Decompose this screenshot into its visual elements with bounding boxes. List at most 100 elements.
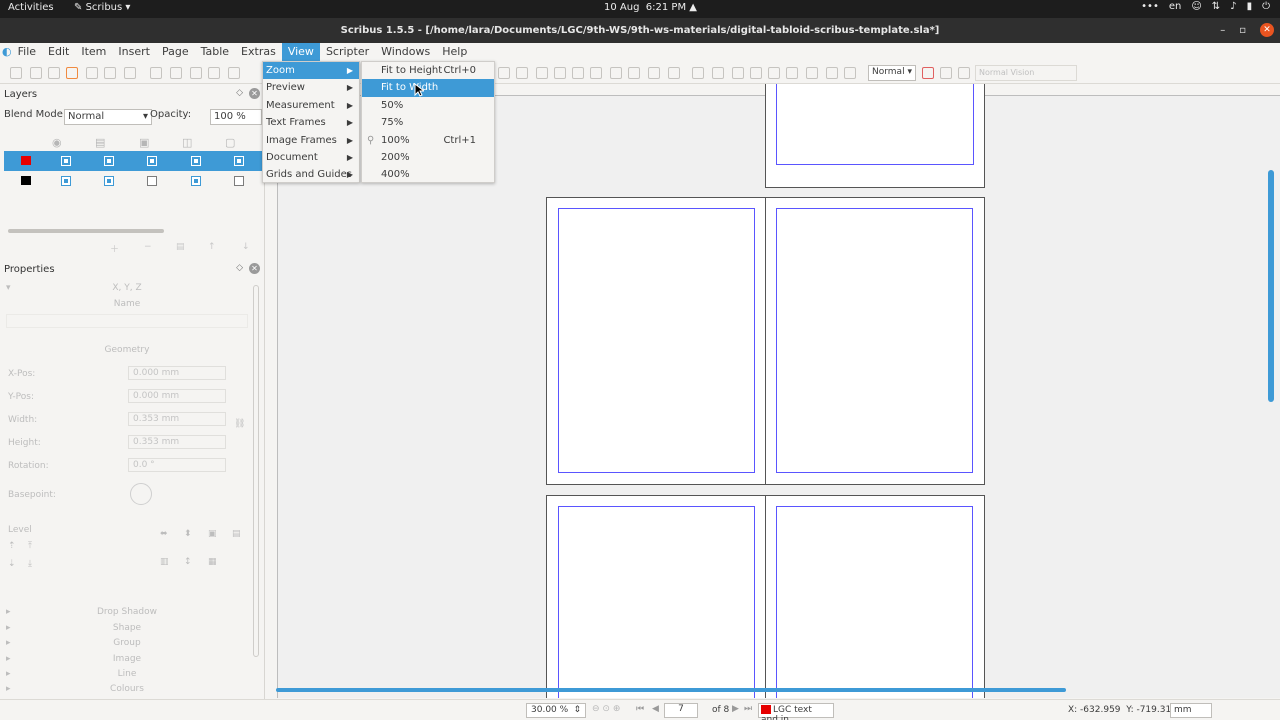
raise-layer-button[interactable]: ↑ [208, 242, 216, 252]
align-icon[interactable]: ▥ [160, 557, 169, 567]
float-panel-icon[interactable]: ◇ [236, 88, 243, 99]
page-6[interactable] [765, 84, 985, 188]
mode-select[interactable]: Normal ▾ [868, 65, 916, 81]
export-pdf-icon[interactable] [124, 67, 136, 79]
horizontal-scrollbar[interactable] [276, 688, 1066, 692]
power-icon[interactable]: ⏻ [1262, 1, 1270, 12]
vision-select[interactable]: Normal Vision [975, 65, 1077, 81]
menu-file[interactable]: File [12, 43, 42, 61]
name-input[interactable] [6, 314, 248, 328]
new-document-icon[interactable] [10, 67, 22, 79]
preflight-icon[interactable] [104, 67, 116, 79]
close-document-icon[interactable] [66, 67, 78, 79]
dots-menu-icon[interactable]: ••• [1141, 1, 1159, 12]
menu-scripter[interactable]: Scripter [320, 43, 375, 61]
page-number-input[interactable]: 7 [664, 703, 698, 718]
section-shape[interactable]: Shape [4, 623, 250, 633]
paste-icon[interactable] [228, 67, 240, 79]
print-icon[interactable] [86, 67, 98, 79]
copy-icon[interactable] [208, 67, 220, 79]
accessibility-icon[interactable]: ☺ [1191, 1, 1201, 12]
page-right[interactable] [765, 197, 985, 485]
unit-select[interactable]: mm [1170, 703, 1212, 718]
menu-help[interactable]: Help [436, 43, 473, 61]
current-layer-select[interactable]: LGC text and in [758, 703, 834, 720]
layer-print-checkbox[interactable] [104, 156, 114, 166]
section-drop-shadow[interactable]: Drop Shadow [4, 607, 250, 617]
render-frame-icon[interactable] [712, 67, 724, 79]
zoom-50[interactable]: 50% [362, 97, 494, 114]
zoom-100[interactable]: ⚲ 100% Ctrl+1 [362, 132, 494, 149]
link-ratio-icon[interactable]: ⛓ [234, 419, 245, 429]
layer-visible-checkbox[interactable] [61, 176, 71, 186]
zoom-out-icon[interactable]: ⊖ [592, 704, 600, 714]
eye-icon[interactable] [940, 67, 952, 79]
view-menu-document[interactable]: Document ▶ [263, 149, 359, 166]
menu-page[interactable]: Page [156, 43, 195, 61]
menu-view[interactable]: View [281, 43, 320, 61]
width-input[interactable]: 0.353 mm [128, 412, 226, 426]
distribute-icon[interactable]: ↕ [184, 557, 192, 567]
lower-level-icon[interactable]: ⇣ [8, 559, 16, 569]
print-toggle-icon[interactable]: ▦ [208, 557, 217, 567]
image-frame-icon[interactable] [692, 67, 704, 79]
next-page-icon[interactable]: ▶ [732, 704, 739, 714]
layer-print-checkbox[interactable] [104, 176, 114, 186]
clock[interactable]: 10 Aug 6:21 PM ▲ [604, 2, 697, 13]
menu-windows[interactable]: Windows [375, 43, 436, 61]
bezier-icon[interactable] [786, 67, 798, 79]
zoom-100-icon[interactable]: ⊙ [602, 704, 610, 714]
zoom-fit-to-height[interactable]: Fit to Height Ctrl+0 [362, 62, 494, 79]
opacity-input[interactable]: 100 % [210, 109, 262, 125]
app-menu-button[interactable]: ✎ Scribus ▾ [74, 2, 130, 13]
menu-table[interactable]: Table [195, 43, 235, 61]
edit-contents-icon[interactable] [554, 67, 566, 79]
raise-level-icon[interactable]: ⇡ [8, 541, 16, 551]
basepoint-selector[interactable] [130, 483, 152, 505]
zoom-tool-icon[interactable] [516, 67, 528, 79]
page-7-right[interactable] [765, 495, 985, 698]
link-frames-icon[interactable] [590, 67, 602, 79]
section-colours[interactable]: Colours [4, 684, 250, 694]
layer-row[interactable] [4, 151, 262, 171]
float-panel-icon[interactable]: ◇ [236, 263, 243, 274]
layer-lock-checkbox[interactable] [147, 156, 157, 166]
unlink-icon[interactable] [844, 67, 856, 79]
layers-scrollbar[interactable] [8, 229, 164, 233]
flip-horizontal-icon[interactable]: ⬌ [160, 529, 168, 539]
layer-flow-checkbox[interactable] [191, 176, 201, 186]
line-icon[interactable] [768, 67, 780, 79]
view-menu-measurement[interactable]: Measurement ▶ [263, 97, 359, 114]
language-indicator[interactable]: en [1169, 1, 1182, 12]
close-panel-icon[interactable]: ✕ [249, 88, 260, 99]
layer-flow-checkbox[interactable] [191, 156, 201, 166]
open-document-icon[interactable] [30, 67, 42, 79]
save-icon[interactable] [48, 67, 60, 79]
lower-layer-button[interactable]: ↓ [242, 242, 250, 252]
polygon-icon[interactable] [750, 67, 762, 79]
view-menu-image-frames[interactable]: Image Frames ▶ [263, 132, 359, 149]
redo-icon[interactable] [170, 67, 182, 79]
vertical-scrollbar[interactable] [1268, 170, 1274, 402]
preview-mode-icon[interactable] [922, 67, 934, 79]
restore-button[interactable]: ▫ [1239, 18, 1246, 43]
duplicate-layer-button[interactable]: ▤ [176, 242, 185, 252]
view-menu-grids-guides[interactable]: Grids and Guides ▶ [263, 166, 359, 183]
menu-extras[interactable]: Extras [235, 43, 282, 61]
link-icon[interactable] [826, 67, 838, 79]
view-menu-zoom[interactable]: Zoom ▶ [263, 62, 359, 80]
rotate-tool-icon[interactable] [498, 67, 510, 79]
layer-visible-checkbox[interactable] [61, 156, 71, 166]
page-7-left[interactable] [546, 495, 766, 698]
blend-mode-select[interactable]: Normal ▾ [64, 109, 152, 125]
table-tool-icon[interactable] [536, 67, 548, 79]
xpos-input[interactable]: 0.000 mm [128, 366, 226, 380]
ypos-input[interactable]: 0.000 mm [128, 389, 226, 403]
edit-mode-icon[interactable] [958, 67, 970, 79]
undo-icon[interactable] [150, 67, 162, 79]
bottom-level-icon[interactable]: ⤓ [28, 559, 32, 569]
menu-insert[interactable]: Insert [112, 43, 156, 61]
first-page-icon[interactable]: ⏮ [636, 704, 644, 714]
menu-edit[interactable]: Edit [42, 43, 75, 61]
add-layer-button[interactable]: ＋ [110, 242, 119, 255]
